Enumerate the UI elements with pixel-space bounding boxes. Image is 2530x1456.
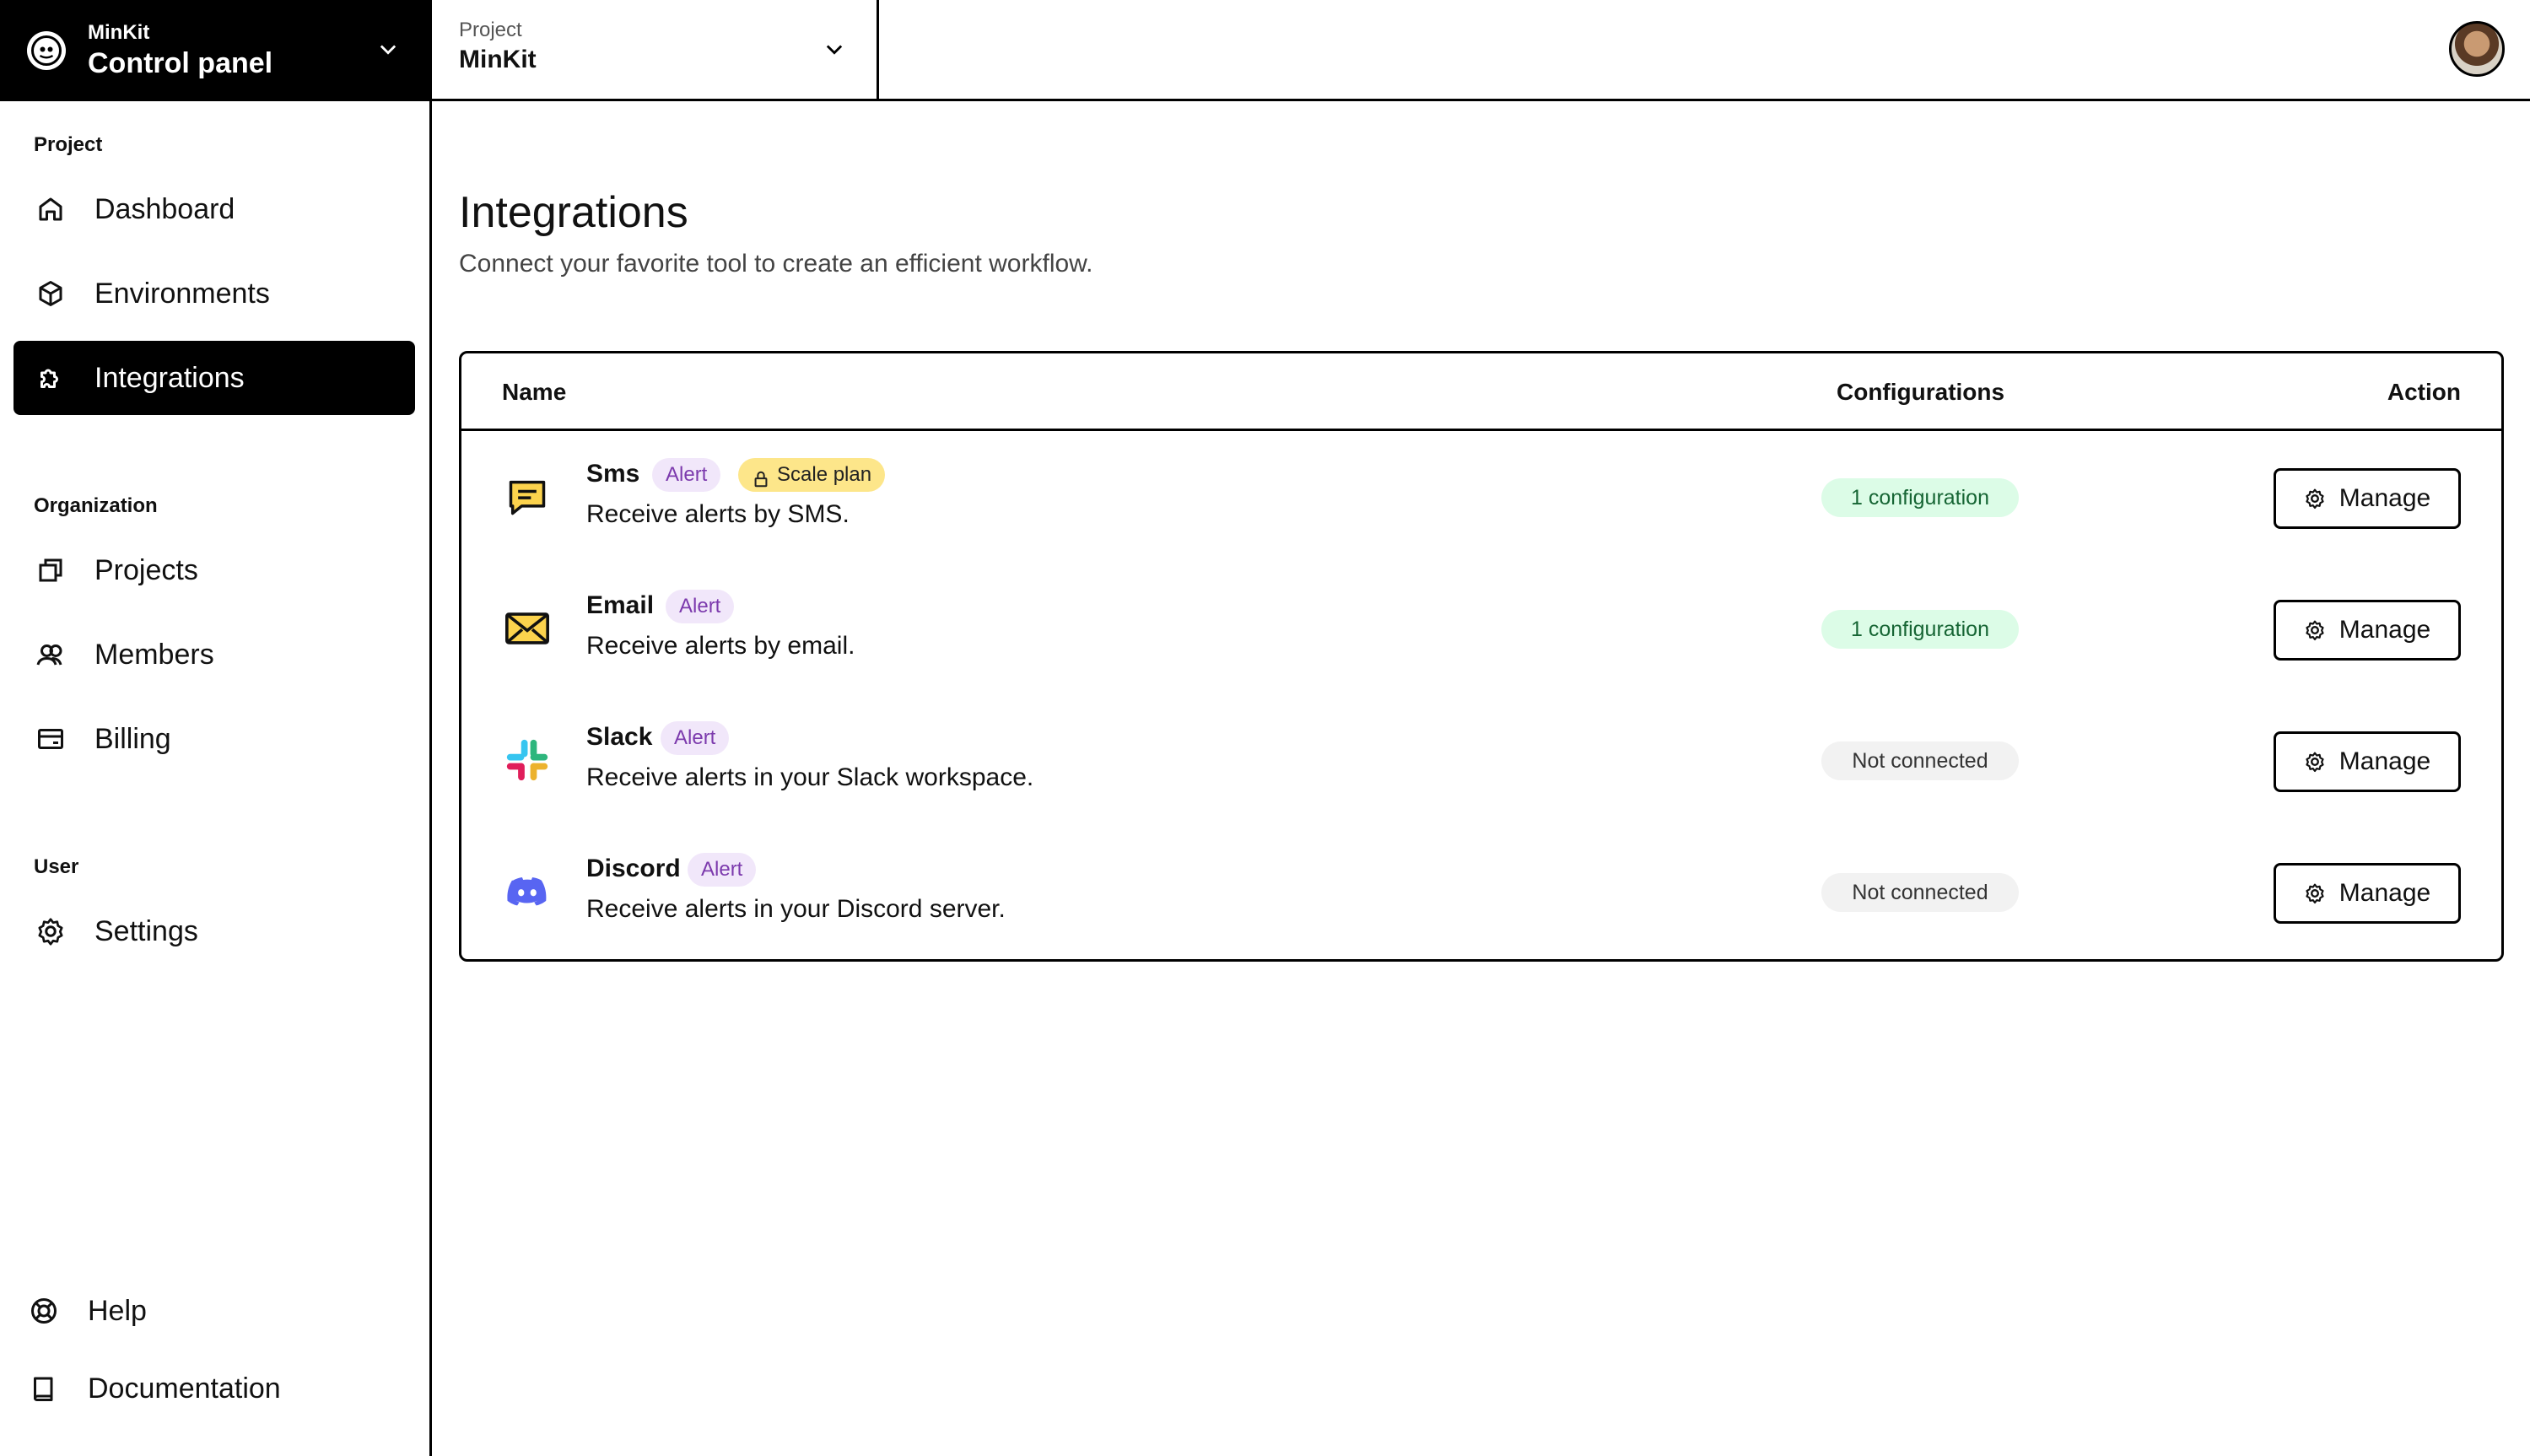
integration-name: Discord bbox=[586, 855, 681, 882]
table-row: Email Alert Receive alerts by email. 1 c… bbox=[461, 563, 2501, 694]
stack-icon bbox=[34, 553, 67, 587]
lock-icon bbox=[752, 466, 770, 499]
sidebar-item-documentation[interactable]: Documentation bbox=[8, 1351, 410, 1426]
section-label-project: Project bbox=[34, 133, 103, 156]
brand-org: MinKit bbox=[88, 21, 150, 45]
avatar[interactable] bbox=[2449, 21, 2505, 77]
brand-title: Control panel bbox=[88, 46, 273, 79]
plan-badge-label: Scale plan bbox=[777, 463, 872, 486]
sidebar-item-help[interactable]: Help bbox=[8, 1274, 410, 1348]
status-badge: Not connected bbox=[1821, 741, 2019, 780]
sidebar-item-label: Members bbox=[94, 638, 214, 671]
gear-icon bbox=[2304, 488, 2326, 510]
manage-button-label: Manage bbox=[2338, 879, 2431, 907]
project-selector[interactable]: Project MinKit bbox=[432, 0, 879, 101]
integration-description: Receive alerts in your Slack workspace. bbox=[586, 763, 1034, 791]
manage-button[interactable]: Manage bbox=[2274, 600, 2461, 661]
book-icon bbox=[27, 1372, 61, 1405]
status-badge: 1 configuration bbox=[1821, 610, 2019, 649]
sidebar-item-label: Projects bbox=[94, 553, 198, 586]
sidebar-item-integrations[interactable]: Integrations bbox=[13, 341, 415, 415]
manage-button-label: Manage bbox=[2338, 616, 2431, 644]
home-icon bbox=[34, 192, 67, 226]
sidebar-item-label: Environments bbox=[94, 277, 270, 310]
manage-button-label: Manage bbox=[2338, 484, 2431, 512]
chevron-down-icon bbox=[376, 37, 400, 65]
column-header-configurations: Configurations bbox=[1837, 379, 2005, 405]
integration-name: Slack bbox=[586, 723, 653, 751]
section-label-user: User bbox=[34, 855, 79, 878]
integration-name: Sms bbox=[586, 460, 640, 488]
minkit-logo-icon bbox=[27, 31, 66, 70]
table-row: Slack Alert Receive alerts in your Slack… bbox=[461, 694, 2501, 826]
alert-tag: Alert bbox=[688, 853, 757, 887]
integrations-table: Name Configurations Action Sms Alert Sca… bbox=[459, 351, 2504, 962]
gear-icon bbox=[34, 914, 67, 948]
sms-icon bbox=[502, 472, 553, 522]
puzzle-icon bbox=[34, 361, 67, 395]
cube-icon bbox=[34, 277, 67, 310]
alert-tag: Alert bbox=[666, 590, 735, 623]
column-header-name: Name bbox=[502, 379, 567, 405]
integration-name: Email bbox=[586, 591, 655, 619]
sidebar-item-dashboard[interactable]: Dashboard bbox=[13, 172, 415, 246]
alert-tag: Alert bbox=[661, 721, 730, 755]
integration-description: Receive alerts by SMS. bbox=[586, 500, 850, 528]
gear-icon bbox=[2304, 751, 2326, 773]
section-label-organization: Organization bbox=[34, 494, 158, 517]
gear-icon bbox=[2304, 619, 2326, 641]
table-row: Discord Alert Receive alerts in your Dis… bbox=[461, 826, 2501, 957]
sidebar-item-members[interactable]: Members bbox=[13, 617, 415, 692]
page-subtitle: Connect your favorite tool to create an … bbox=[459, 250, 1093, 278]
users-icon bbox=[34, 638, 67, 671]
discord-icon bbox=[502, 866, 553, 917]
sidebar-item-environments[interactable]: Environments bbox=[13, 256, 415, 331]
table-row: Sms Alert Scale plan Receive alerts by S… bbox=[461, 431, 2501, 563]
top-bar bbox=[879, 0, 2530, 101]
brand-switcher[interactable]: MinKit Control panel bbox=[0, 0, 432, 101]
column-header-action: Action bbox=[2387, 379, 2461, 405]
manage-button-label: Manage bbox=[2338, 747, 2431, 775]
sidebar: Project Dashboard Environments Integrati… bbox=[0, 101, 432, 1456]
chevron-down-icon bbox=[823, 37, 846, 65]
sidebar-item-projects[interactable]: Projects bbox=[13, 533, 415, 607]
slack-icon bbox=[502, 735, 553, 785]
manage-button[interactable]: Manage bbox=[2274, 731, 2461, 792]
credit-card-icon bbox=[34, 722, 67, 756]
plan-badge: Scale plan bbox=[738, 458, 886, 492]
email-icon bbox=[502, 603, 553, 654]
sidebar-item-billing[interactable]: Billing bbox=[13, 702, 415, 776]
alert-tag: Alert bbox=[652, 458, 721, 492]
manage-button[interactable]: Manage bbox=[2274, 468, 2461, 529]
sidebar-item-settings[interactable]: Settings bbox=[13, 894, 415, 968]
project-selector-label: Project bbox=[459, 19, 522, 41]
sidebar-item-label: Settings bbox=[94, 914, 198, 947]
status-badge: Not connected bbox=[1821, 873, 2019, 912]
sidebar-item-label: Integrations bbox=[94, 361, 245, 394]
integration-description: Receive alerts in your Discord server. bbox=[586, 895, 1006, 923]
sidebar-item-label: Help bbox=[88, 1294, 147, 1327]
manage-button[interactable]: Manage bbox=[2274, 863, 2461, 924]
sidebar-item-label: Dashboard bbox=[94, 192, 235, 225]
sidebar-item-label: Documentation bbox=[88, 1372, 281, 1405]
gear-icon bbox=[2304, 882, 2326, 904]
status-badge: 1 configuration bbox=[1821, 478, 2019, 517]
page-title: Integrations bbox=[459, 188, 688, 237]
sidebar-item-label: Billing bbox=[94, 722, 171, 755]
project-selector-value: MinKit bbox=[459, 46, 537, 73]
integration-description: Receive alerts by email. bbox=[586, 632, 855, 660]
table-header: Name Configurations Action bbox=[461, 353, 2501, 431]
lifebuoy-icon bbox=[27, 1294, 61, 1328]
